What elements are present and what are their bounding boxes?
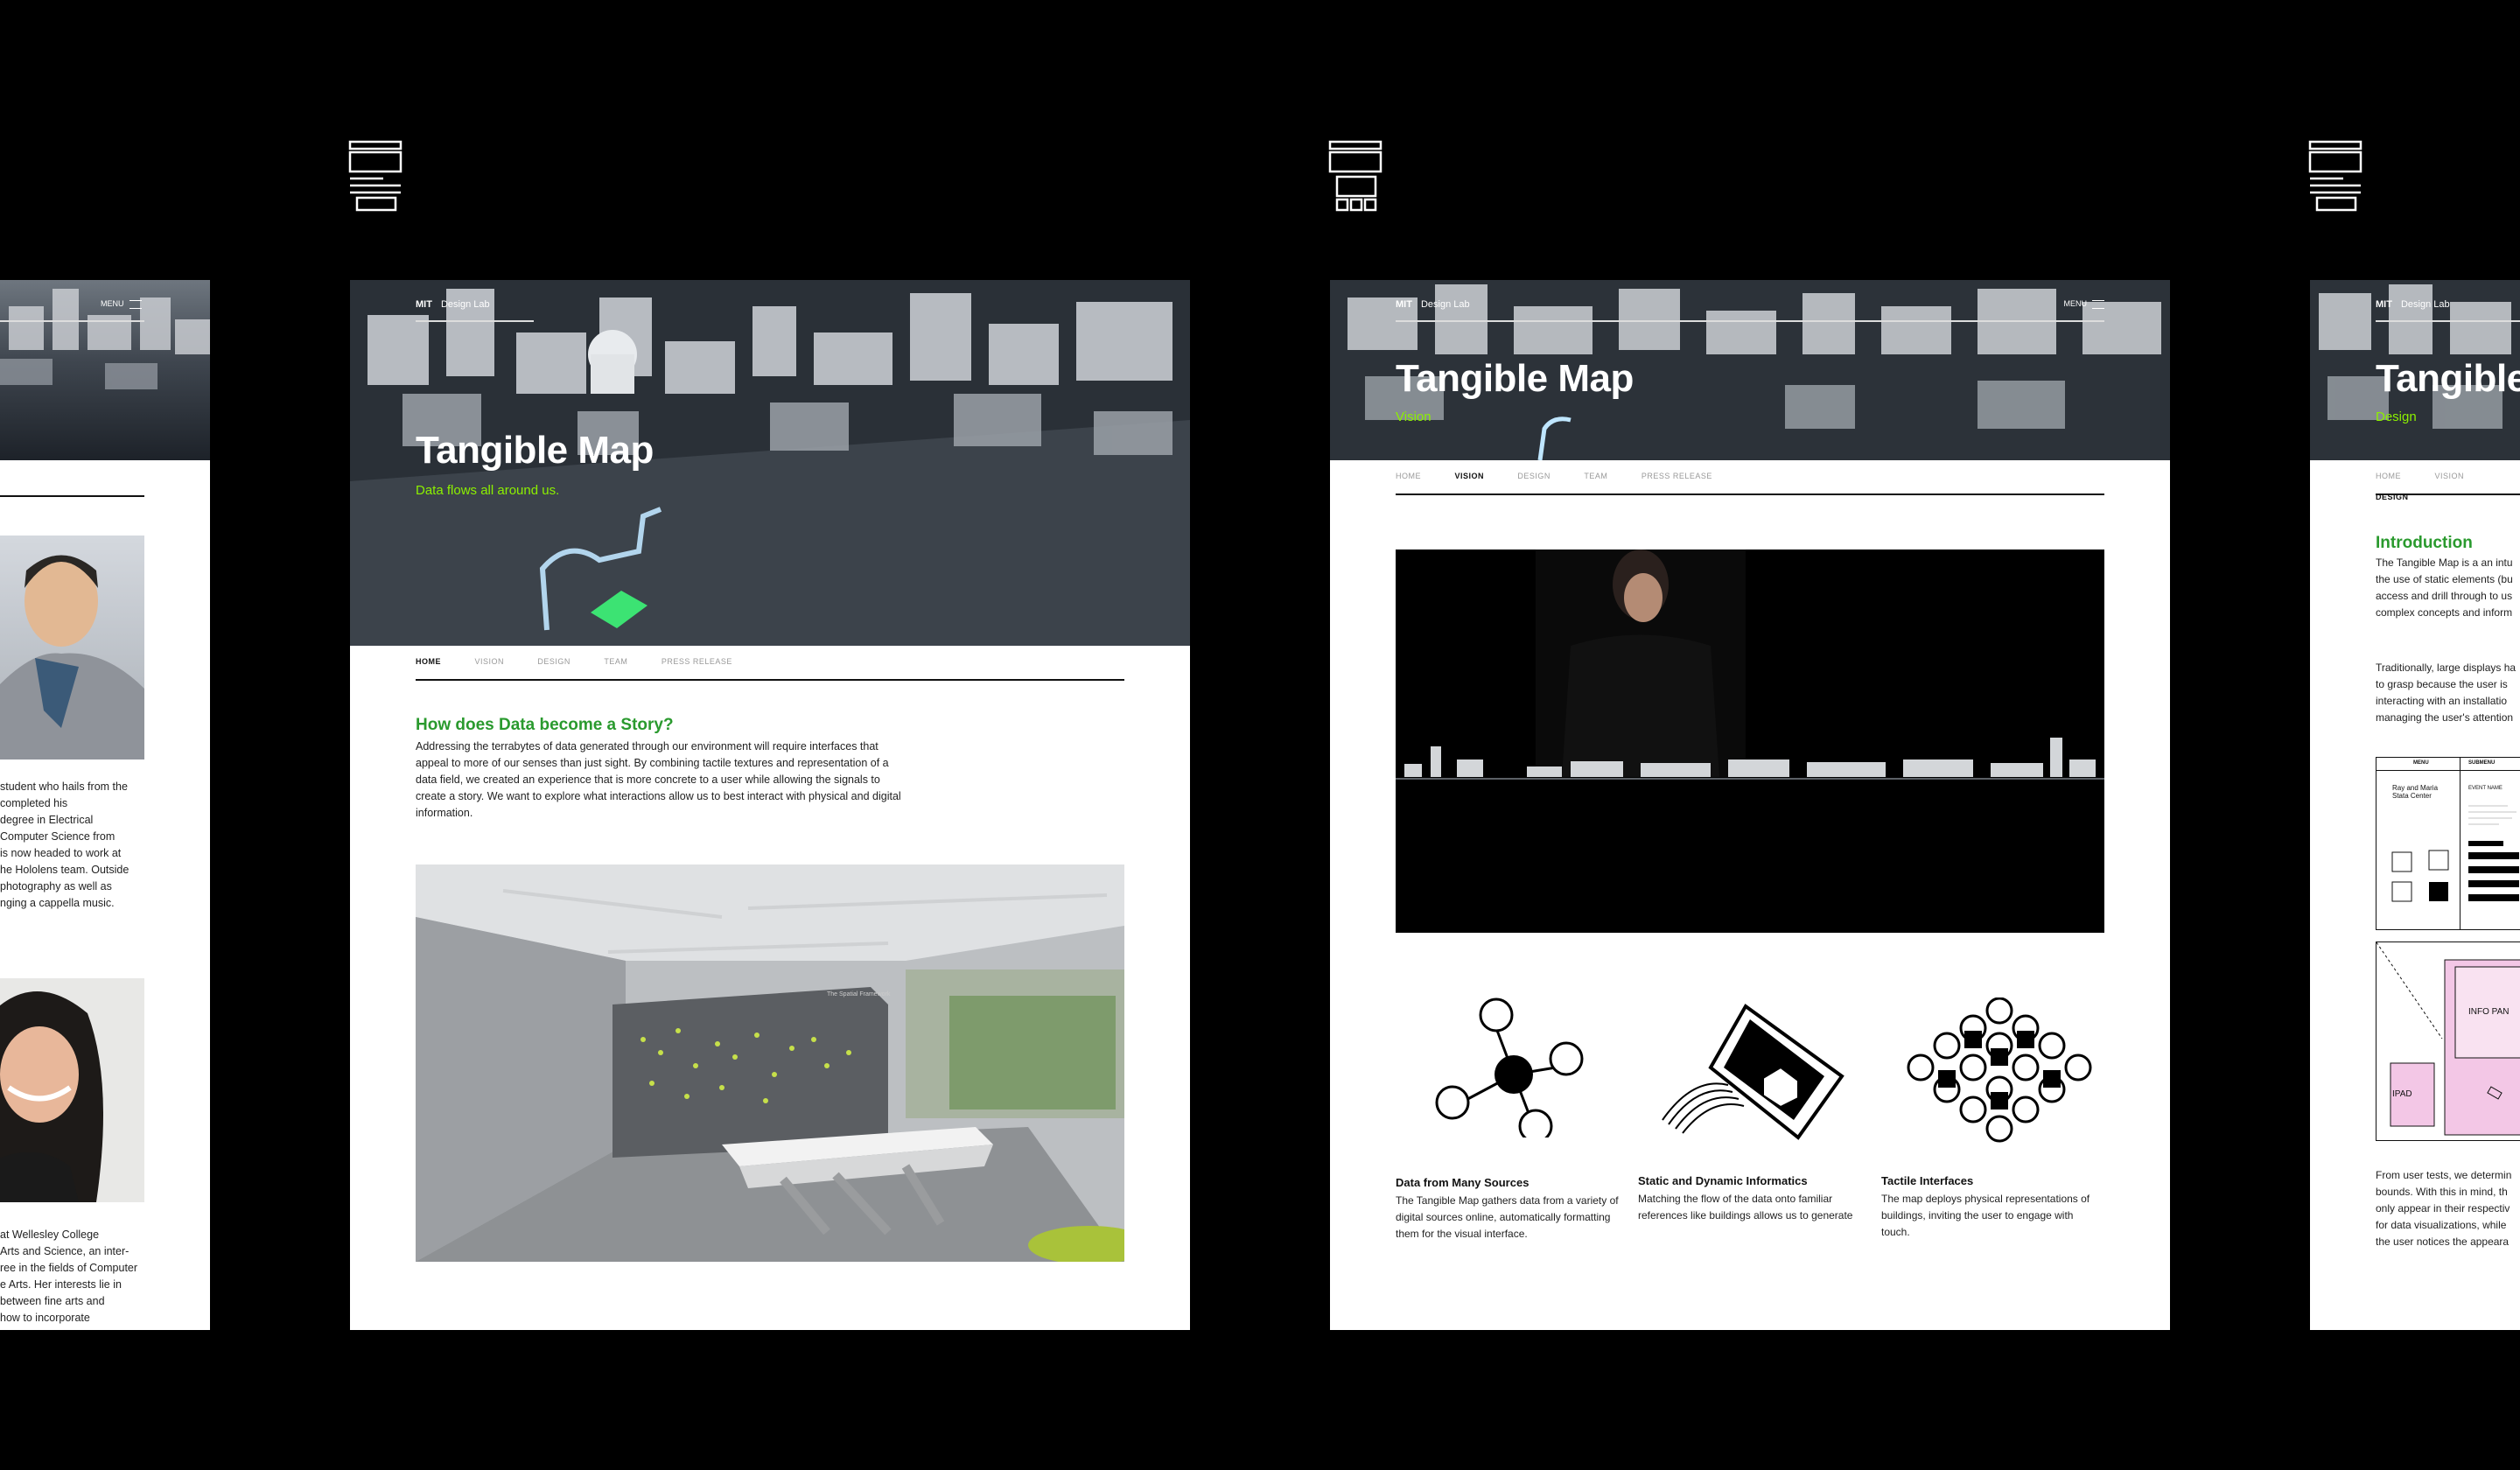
home-hero: MIT Design Lab Tangible Map Data flows al… [350,280,1190,646]
tab-home[interactable]: HOME [2376,466,2401,486]
feature-3: Tactile Interfaces The map deploys physi… [1881,1174,2104,1241]
tab-vision[interactable]: VISION [1454,466,1484,486]
brand-logo[interactable]: MIT Design Lab [2376,299,2450,310]
tab-design[interactable]: DESIGN [2376,486,2409,508]
feature-2: Static and Dynamic Informatics Matching … [1638,1174,1861,1224]
menu-label: MENU [2063,299,2088,308]
tab-design[interactable]: DESIGN [1517,466,1550,486]
wireframe-sketch: MENU SUBMENU Ray and Maria Stata Center … [2376,757,2520,930]
menu-button[interactable]: MENU [2063,299,2104,309]
network-icon [1435,998,1584,1138]
tab-design[interactable]: DESIGN [537,651,570,672]
feature-title: Static and Dynamic Informatics [1638,1174,1808,1187]
pin-array-icon [1907,998,2092,1143]
feature-title: Tactile Interfaces [1881,1174,1974,1187]
nav-underline [0,495,144,497]
section-heading: How does Data become a Story? [416,716,674,734]
feature-1: Data from Many Sources The Tangible Map … [1396,1176,1619,1242]
building-flow-icon [1662,1004,1844,1140]
team-panel: MENU student who hails from the completed… [0,280,210,1330]
tab-vision[interactable]: VISION [2434,466,2464,486]
design-paragraph-1: The Tangible Map is a an intu the use of … [2376,556,2513,619]
section-nav: HOME VISION DESIGN TEAM PRESS RELEASE [1396,460,2104,495]
section-nav: HOME VISION DESIGN [2376,460,2520,501]
feature-text: The map deploys physical representations… [1881,1193,2090,1238]
brand-logo[interactable]: MIT Design Lab [416,299,490,310]
team-photo-2 [0,978,144,1202]
feature-text: Matching the flow of the data onto famil… [1638,1193,1853,1222]
intro-paragraph: Addressing the terrabytes of data genera… [416,740,901,819]
tab-press-release[interactable]: PRESS RELEASE [662,651,732,672]
layout-icon-grid [1328,140,1382,212]
wall-caption: The Spatial Framework [827,991,891,998]
menu-button[interactable]: MENU [101,299,142,309]
page-title: Tangible Map [1396,357,1634,400]
page-subtitle: Data flows all around us. [416,483,560,498]
hamburger-icon [2092,299,2104,309]
team-bio-1: student who hails from the completed his d… [0,780,130,909]
wireframe-layout: IPAD INFO PAN [2376,942,2520,1141]
feature-text: The Tangible Map gathers data from a var… [1396,1194,1619,1240]
vision-hero: MIT Design Lab MENU Tangible Map Vision [1330,280,2170,460]
menu-label: MENU [101,299,124,308]
design-paragraph-2: Traditionally, large displays ha to grasp… [2376,662,2516,724]
tab-press-release[interactable]: PRESS RELEASE [1642,466,1712,486]
section-heading: Introduction [2376,534,2473,552]
wire-ipad-label: IPAD [2392,1089,2412,1099]
design-hero: MIT Design Lab Tangible Design [2310,280,2520,460]
home-panel: MIT Design Lab Tangible Map Data flows al… [350,280,1190,1330]
wire-info-panel-label: INFO PAN [2468,1007,2510,1017]
vision-panel: MIT Design Lab MENU Tangible Map Vision H… [1330,280,2170,1330]
tab-vision[interactable]: VISION [474,651,504,672]
page-title: Tangible [2376,357,2520,400]
page-subtitle: Vision [1396,410,1432,424]
feature-title: Data from Many Sources [1396,1176,1530,1189]
layout-icon-list [2308,140,2362,212]
section-nav: HOME VISION DESIGN TEAM PRESS RELEASE [416,646,1124,681]
layout-icon-text [348,140,402,212]
tab-team[interactable]: TEAM [604,651,627,672]
tab-home[interactable]: HOME [416,651,441,672]
design-panel: MIT Design Lab Tangible Design HOME VISIO… [2310,280,2520,1330]
page-title: Tangible Map [416,429,654,472]
vision-video[interactable] [1396,550,2104,933]
team-bio-2: at Wellesley College Arts and Science, an… [0,1228,138,1324]
tab-home[interactable]: HOME [1396,466,1421,486]
hamburger-icon [129,299,142,309]
page-subtitle: Design [2376,410,2417,424]
tab-team[interactable]: TEAM [1584,466,1607,486]
team-hero: MENU [0,280,210,460]
design-paragraph-3: From user tests, we determin bounds. With… [2376,1169,2512,1248]
brand-logo[interactable]: MIT Design Lab [1396,299,1470,310]
lobby-render-image: The Spatial Framework [416,864,1124,1262]
team-photo-1 [0,536,144,760]
